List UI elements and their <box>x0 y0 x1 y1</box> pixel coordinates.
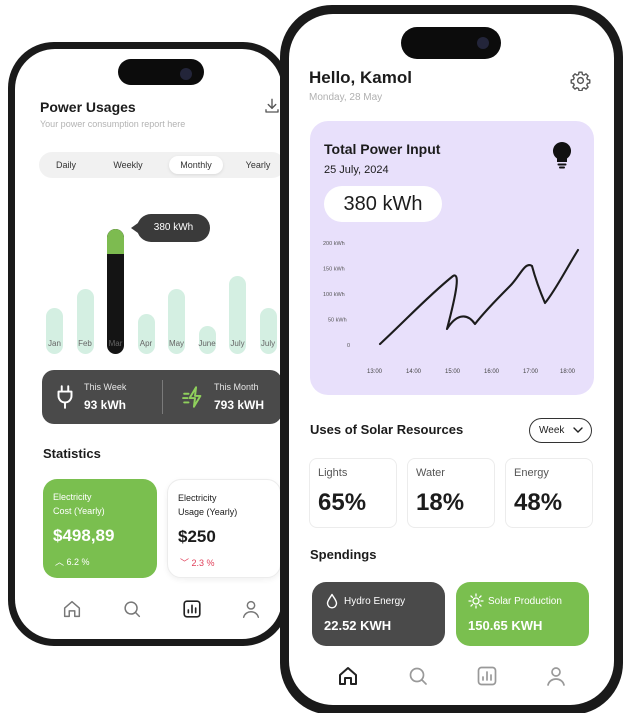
total-power-title: Total Power Input <box>324 141 441 157</box>
cost-card-trend: ︿ 6.2 % <box>55 557 90 567</box>
this-week-value: 93 kWh <box>84 398 127 412</box>
dynamic-island <box>118 59 204 85</box>
hydro-energy-card[interactable]: Hydro Energy 22.52 KWH <box>312 582 445 646</box>
x-tick: 15:00 <box>445 369 461 375</box>
usage-bar-mar[interactable] <box>107 229 124 354</box>
x-tick: 13:00 <box>367 369 383 375</box>
electricity-cost-card[interactable]: Electricity Cost (Yearly) $498,89 ︿ 6.2 … <box>43 479 157 578</box>
cost-card-label: Electricity Cost (Yearly) <box>53 492 105 516</box>
y-axis-ticks: 200 kWh 150 kWh 100 kWh 50 kWh 0 <box>323 241 350 349</box>
x-axis-ticks: 13:00 14:00 15:00 16:00 17:00 18:00 <box>367 369 576 375</box>
month-label: May <box>168 339 185 348</box>
usage-card-trend: ﹀ 2.3 % <box>180 558 215 568</box>
solar-production-card[interactable]: Solar Production 150.65 KWH <box>456 582 589 646</box>
bottom-nav <box>289 660 614 690</box>
solar-production-label: Solar Production <box>488 596 562 607</box>
lightbulb-icon <box>552 141 572 169</box>
power-input-series <box>378 248 580 346</box>
dashboard-screen: Hello, Kamol Monday, 28 May Total Power … <box>289 14 614 705</box>
hydro-energy-value: 22.52 KWH <box>324 618 392 633</box>
spendings-title: Spendings <box>310 547 377 562</box>
home-icon[interactable] <box>61 598 83 620</box>
usage-card-value: $250 <box>178 527 216 546</box>
this-month-value: 793 kWH <box>214 398 265 412</box>
tile-label: Energy <box>514 467 549 479</box>
page-title: Power Usages <box>40 99 136 115</box>
y-tick: 150 kWh <box>323 267 345 273</box>
cost-card-value: $498,89 <box>53 526 115 545</box>
segment-yearly[interactable]: Yearly <box>235 156 281 174</box>
header-date: Monday, 28 May <box>309 92 383 103</box>
profile-icon[interactable] <box>544 664 568 688</box>
search-icon[interactable] <box>406 664 430 688</box>
y-tick: 50 kWh <box>328 318 347 324</box>
y-tick: 0 <box>347 343 350 349</box>
month-axis: Jan Feb Mar Apr May June July July <box>37 339 282 351</box>
chevron-up-icon: ︿ <box>55 557 65 567</box>
hydro-energy-label: Hydro Energy <box>344 596 406 607</box>
tile-label: Lights <box>318 467 348 479</box>
water-drop-icon <box>326 593 338 609</box>
search-icon[interactable] <box>121 598 143 620</box>
power-input-line-chart: 200 kWh 150 kWh 100 kWh 50 kWh 0 13:00 1… <box>323 241 580 375</box>
chart-icon[interactable] <box>181 598 203 620</box>
month-label: Mar <box>108 339 123 348</box>
download-icon[interactable] <box>263 97 281 115</box>
phone-right: Hello, Kamol Monday, 28 May Total Power … <box>280 5 623 713</box>
total-power-value: 380 kWh <box>324 186 442 222</box>
x-tick: 17:00 <box>523 369 539 375</box>
segment-daily[interactable]: Daily <box>43 156 89 174</box>
dynamic-island <box>401 27 501 59</box>
chart-icon[interactable] <box>475 664 499 688</box>
month-label: June <box>198 339 216 348</box>
plug-icon <box>57 385 73 409</box>
tile-value: 48% <box>514 489 563 516</box>
chevron-down-icon: ﹀ <box>180 558 190 568</box>
electricity-usage-card[interactable]: Electricity Usage (Yearly) $250 ﹀ 2.3 % <box>167 479 281 578</box>
month-label: July <box>260 339 276 348</box>
greeting: Hello, Kamol <box>309 68 412 87</box>
this-month-label: This Month <box>214 382 259 392</box>
month-label: Jan <box>48 339 61 348</box>
tile-label: Water <box>416 467 445 479</box>
month-label: Feb <box>78 339 92 348</box>
chevron-down-icon <box>573 427 583 433</box>
month-label: July <box>230 339 245 348</box>
phone-left: Power Usages Your power consumption repo… <box>8 42 289 646</box>
bar-tooltip: 380 kWh <box>131 214 210 242</box>
period-segmented-control: Daily Weekly Monthly Yearly <box>39 152 282 178</box>
segment-monthly[interactable]: Monthly <box>169 156 223 174</box>
this-week-label: This Week <box>84 382 127 392</box>
solar-resources-title: Uses of Solar Resources <box>310 422 464 437</box>
y-tick: 100 kWh <box>323 292 345 298</box>
tile-value: 65% <box>318 489 367 516</box>
gear-icon[interactable] <box>570 70 591 91</box>
profile-icon[interactable] <box>240 598 262 620</box>
power-usages-screen: Power Usages Your power consumption repo… <box>15 49 282 639</box>
solar-tile-energy[interactable]: Energy 48% <box>505 458 593 528</box>
y-tick: 200 kWh <box>323 241 345 247</box>
solar-tile-water[interactable]: Water 18% <box>407 458 495 528</box>
x-tick: 18:00 <box>560 369 576 375</box>
summary-divider <box>162 380 163 414</box>
total-power-date: 25 July, 2024 <box>324 164 389 176</box>
segment-weekly[interactable]: Weekly <box>103 156 153 174</box>
solar-tile-lights[interactable]: Lights 65% <box>309 458 397 528</box>
usage-card-label: Electricity Usage (Yearly) <box>178 493 238 517</box>
period-dropdown[interactable]: Week <box>529 418 592 443</box>
bolt-icon <box>182 386 202 408</box>
home-icon[interactable] <box>336 664 360 688</box>
statistics-title: Statistics <box>43 446 101 461</box>
sun-icon <box>468 593 484 609</box>
tile-value: 18% <box>416 489 465 516</box>
solar-production-value: 150.65 KWH <box>468 618 543 633</box>
x-tick: 16:00 <box>484 369 500 375</box>
total-power-panel: Total Power Input 25 July, 2024 380 kWh … <box>310 121 594 395</box>
x-tick: 14:00 <box>406 369 422 375</box>
usage-summary-card: This Week 93 kWh This Month 793 kWH <box>42 370 282 424</box>
page-subtitle: Your power consumption report here <box>40 119 186 129</box>
month-label: Apr <box>139 339 153 348</box>
bottom-nav <box>15 594 282 624</box>
